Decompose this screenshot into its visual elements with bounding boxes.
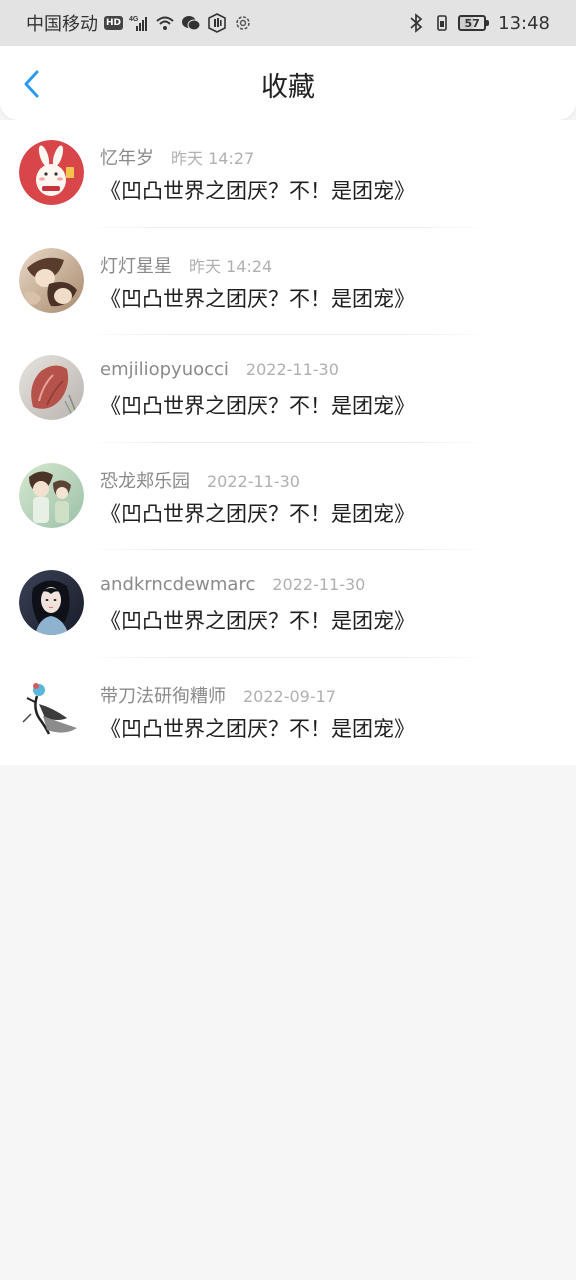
battery-icon: 57 bbox=[458, 15, 490, 31]
user-name: 灯灯星星 bbox=[100, 255, 172, 277]
list-item[interactable]: 灯灯星星 昨天 14:24 《凹凸世界之团厌？不！是团宠》 bbox=[0, 228, 576, 335]
item-time: 2022-11-30 bbox=[207, 471, 300, 491]
item-time: 2022-11-30 bbox=[272, 575, 366, 594]
hd-icon: HD bbox=[104, 16, 124, 30]
item-meta: andkrncdewmarc 2022-11-30 bbox=[100, 574, 365, 595]
user-name: 带刀法研徇糟师 bbox=[100, 685, 226, 707]
item-time: 2022-09-17 bbox=[243, 686, 336, 706]
avatar[interactable] bbox=[19, 677, 84, 743]
bluetooth-icon bbox=[406, 13, 426, 33]
item-title[interactable]: 《凹凸世界之团厌？不！是团宠》 bbox=[100, 175, 415, 205]
list-item[interactable]: 忆年岁 昨天 14:27 《凹凸世界之团厌？不！是团宠》 bbox=[0, 120, 576, 228]
list-item[interactable]: emjiliopyuocci 2022-11-30 《凹凸世界之团厌？不！是团宠… bbox=[0, 335, 576, 443]
item-meta: emjiliopyuocci 2022-11-30 bbox=[100, 359, 339, 380]
item-title[interactable]: 《凹凸世界之团厌？不！是团宠》 bbox=[100, 605, 415, 635]
avatar[interactable] bbox=[19, 247, 84, 313]
carrier-name: 中国移动 bbox=[26, 14, 98, 35]
hand-icon bbox=[207, 13, 227, 33]
item-title[interactable]: 《凹凸世界之团厌？不！是团宠》 bbox=[100, 498, 415, 528]
item-time: 昨天 14:24 bbox=[189, 256, 273, 276]
status-bar: 中国移动 HD 4G 57 13:48 bbox=[0, 0, 576, 46]
user-name: andkrncdewmarc bbox=[100, 574, 256, 595]
item-meta: 灯灯星星 昨天 14:24 bbox=[100, 252, 272, 278]
wifi-icon bbox=[155, 13, 175, 33]
item-meta: 忆年岁 昨天 14:27 bbox=[100, 144, 254, 170]
battery-level: 57 bbox=[464, 16, 480, 30]
status-right: 57 13:48 bbox=[406, 13, 550, 34]
list-item[interactable]: andkrncdewmarc 2022-11-30 《凹凸世界之团厌？不！是团宠… bbox=[0, 550, 576, 658]
item-time: 2022-11-30 bbox=[245, 360, 339, 379]
app-header: 收藏 bbox=[0, 46, 576, 120]
user-name: emjiliopyuocci bbox=[100, 359, 229, 380]
gear-icon bbox=[233, 13, 253, 33]
page-title: 收藏 bbox=[261, 72, 315, 103]
list-item[interactable]: 带刀法研徇糟师 2022-09-17 《凹凸世界之团厌？不！是团宠》 bbox=[0, 658, 576, 766]
item-title[interactable]: 《凹凸世界之团厌？不！是团宠》 bbox=[100, 713, 415, 743]
back-button[interactable] bbox=[14, 66, 50, 102]
item-title[interactable]: 《凹凸世界之团厌？不！是团宠》 bbox=[100, 283, 415, 313]
item-title[interactable]: 《凹凸世界之团厌？不！是团宠》 bbox=[100, 390, 415, 420]
avatar[interactable] bbox=[19, 462, 84, 528]
signal-icon: 4G bbox=[129, 13, 149, 33]
item-meta: 带刀法研徇糟师 2022-09-17 bbox=[100, 682, 336, 708]
user-name: 忆年岁 bbox=[100, 148, 154, 169]
vibrate-icon bbox=[432, 13, 452, 33]
avatar[interactable] bbox=[19, 570, 84, 635]
wechat-icon bbox=[181, 13, 201, 33]
chevron-left-icon bbox=[24, 70, 39, 98]
list-item[interactable]: 恐龙郏乐园 2022-11-30 《凹凸世界之团厌？不！是团宠》 bbox=[0, 443, 576, 550]
clock: 13:48 bbox=[498, 12, 550, 34]
avatar[interactable] bbox=[19, 355, 84, 420]
status-left: 中国移动 HD 4G bbox=[26, 10, 253, 36]
user-name: 恐龙郏乐园 bbox=[100, 470, 190, 492]
avatar[interactable] bbox=[19, 140, 84, 205]
item-time: 昨天 14:27 bbox=[171, 149, 255, 168]
item-meta: 恐龙郏乐园 2022-11-30 bbox=[100, 467, 300, 493]
network-type: 4G bbox=[129, 16, 139, 23]
favorites-list: 忆年岁 昨天 14:27 《凹凸世界之团厌？不！是团宠》 灯灯星星 昨天 14:… bbox=[0, 120, 576, 765]
